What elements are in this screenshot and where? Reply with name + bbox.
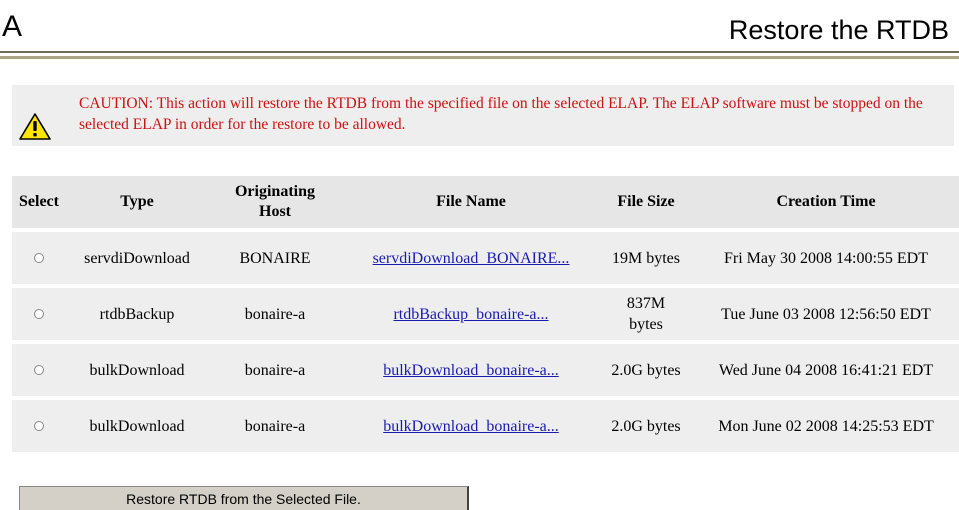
row-select-radio[interactable] — [34, 420, 44, 431]
creation-time-text: Mon June 02 2008 14:25:53 EDT — [718, 417, 934, 435]
table-row: servdiDownload BONAIRE servdiDownload_BO… — [12, 232, 959, 284]
warning-icon — [19, 113, 51, 140]
column-header-file-size: File Size — [600, 176, 692, 228]
select-cell — [12, 288, 66, 340]
type-cell: rtdbBackup — [66, 288, 208, 340]
column-header-host-label: Originating Host — [234, 183, 315, 220]
caution-banner: CAUTION: This action will restore the RT… — [12, 85, 954, 146]
file-size-cell: 2.0G bytes — [600, 400, 692, 452]
file-name-cell: bulkDownload_bonaire-a... — [342, 344, 600, 396]
creation-time-text: Tue June 03 2008 12:56:50 EDT — [721, 305, 931, 323]
file-name-cell: bulkDownload_bonaire-a... — [342, 400, 600, 452]
type-cell: bulkDownload — [66, 400, 208, 452]
table-header-row: Select Type Originating Host File Name F… — [12, 176, 959, 228]
file-size-cell: 837M bytes — [600, 288, 692, 340]
row-select-radio[interactable] — [34, 364, 44, 375]
creation-time-cell: Tue June 03 2008 12:56:50 EDT — [692, 288, 959, 340]
file-size-cell: 19M bytes — [600, 232, 692, 284]
host-cell: bonaire-a — [208, 344, 342, 396]
page-title: Restore the RTDB — [728, 15, 949, 45]
host-cell: BONAIRE — [208, 232, 342, 284]
row-select-radio[interactable] — [34, 252, 44, 263]
figure-letter: A — [2, 10, 23, 43]
file-name-link[interactable]: bulkDownload_bonaire-a... — [383, 362, 559, 379]
creation-time-cell: Wed June 04 2008 16:41:21 EDT — [692, 344, 959, 396]
file-size-text: 837M bytes — [626, 295, 666, 333]
select-cell — [12, 232, 66, 284]
host-cell: bonaire-a — [208, 288, 342, 340]
caution-message: CAUTION: This action will restore the RT… — [79, 95, 923, 133]
table-row: bulkDownload bonaire-a bulkDownload_bona… — [12, 400, 959, 452]
column-header-creation-time: Creation Time — [692, 176, 959, 228]
file-name-link[interactable]: servdiDownload_BONAIRE... — [373, 250, 570, 267]
host-cell: bonaire-a — [208, 400, 342, 452]
column-header-host: Originating Host — [208, 176, 342, 228]
column-header-file-name: File Name — [342, 176, 600, 228]
column-header-type: Type — [66, 176, 208, 228]
type-cell: servdiDownload — [66, 232, 208, 284]
table-row: rtdbBackup bonaire-a rtdbBackup_bonaire-… — [12, 288, 959, 340]
backup-files-table: Select Type Originating Host File Name F… — [12, 172, 959, 456]
type-cell: bulkDownload — [66, 344, 208, 396]
creation-time-text: Fri May 30 2008 14:00:55 EDT — [724, 249, 928, 267]
creation-time-cell: Mon June 02 2008 14:25:53 EDT — [692, 400, 959, 452]
file-size-cell: 2.0G bytes — [600, 344, 692, 396]
creation-time-cell: Fri May 30 2008 14:00:55 EDT — [692, 232, 959, 284]
header-divider-lower — [0, 56, 959, 59]
row-select-radio[interactable] — [34, 308, 44, 319]
file-name-link[interactable]: bulkDownload_bonaire-a... — [383, 418, 559, 435]
select-cell — [12, 344, 66, 396]
file-name-link[interactable]: rtdbBackup_bonaire-a... — [393, 306, 548, 323]
column-header-select: Select — [12, 176, 66, 228]
creation-time-text: Wed June 04 2008 16:41:21 EDT — [718, 361, 934, 379]
header-divider — [0, 51, 959, 53]
restore-rtdb-button[interactable]: Restore RTDB from the Selected File. — [19, 486, 469, 510]
select-cell — [12, 400, 66, 452]
file-name-cell: rtdbBackup_bonaire-a... — [342, 288, 600, 340]
table-row: bulkDownload bonaire-a bulkDownload_bona… — [12, 344, 959, 396]
file-name-cell: servdiDownload_BONAIRE... — [342, 232, 600, 284]
